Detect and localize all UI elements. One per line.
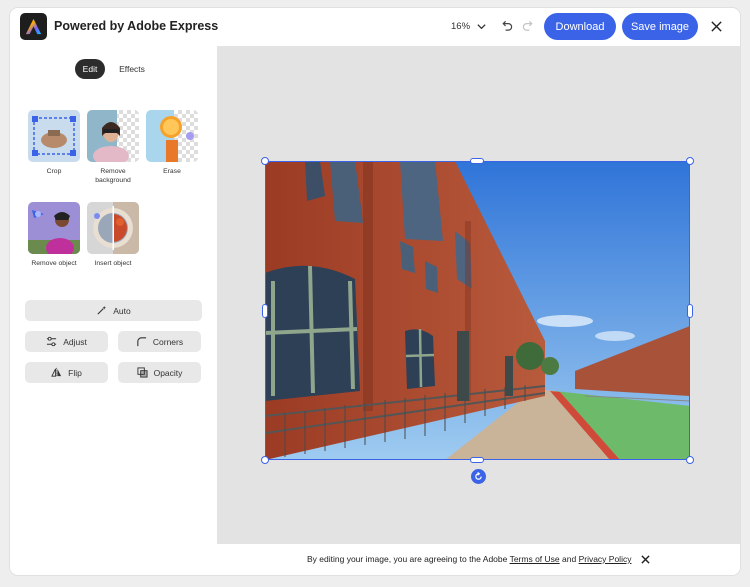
editor-window: Powered by Adobe Express 16% Download Sa… (10, 8, 740, 575)
terms-notice: By editing your image, you are agreeing … (307, 554, 631, 564)
auto-button[interactable]: Auto (25, 300, 202, 321)
app-title: Powered by Adobe Express (54, 19, 219, 33)
auto-label: Auto (113, 305, 131, 316)
tool-crop[interactable]: Crop (26, 110, 82, 176)
privacy-policy-link[interactable]: Privacy Policy (579, 554, 632, 564)
resize-handle-bottom-left[interactable] (261, 456, 269, 464)
sliders-icon (47, 336, 57, 347)
terms-footer: By editing your image, you are agreeing … (10, 544, 740, 575)
header-bar: Powered by Adobe Express 16% Download Sa… (10, 8, 740, 46)
crop-thumbnail (28, 110, 80, 162)
close-icon[interactable] (641, 555, 650, 564)
tab-edit[interactable]: Edit (75, 59, 105, 79)
tool-label: Remove object (31, 260, 77, 267)
tool-label: Erase (163, 168, 181, 175)
adobe-express-logo (20, 13, 47, 40)
tool-remove-background[interactable]: Remove background (85, 110, 141, 185)
terms-prefix: By editing your image, you are agreeing … (307, 554, 510, 564)
flip-icon (51, 367, 62, 378)
chevron-down-icon[interactable] (476, 21, 487, 32)
rotate-icon (475, 472, 482, 480)
resize-handle-top[interactable] (470, 158, 484, 164)
terms-and: and (559, 554, 579, 564)
tab-effects[interactable]: Effects (115, 59, 149, 79)
flip-label: Flip (68, 367, 82, 378)
terms-of-use-link[interactable]: Terms of Use (510, 554, 560, 564)
selection-frame[interactable] (265, 161, 690, 460)
tool-label: Remove background (95, 168, 131, 184)
resize-handle-top-right[interactable] (686, 157, 694, 165)
adjust-button[interactable]: Adjust (25, 331, 108, 352)
tool-label: Crop (46, 168, 62, 175)
rotate-button[interactable] (471, 469, 486, 484)
tool-label: Insert object (94, 260, 132, 267)
corner-radius-icon (137, 337, 146, 347)
redo-icon[interactable] (522, 19, 535, 32)
close-icon[interactable] (710, 20, 723, 33)
corners-label: Corners (152, 336, 184, 347)
opacity-label: Opacity (153, 367, 183, 378)
opacity-button[interactable]: Opacity (118, 362, 201, 383)
remove-background-thumbnail (87, 110, 139, 162)
tool-erase[interactable]: Erase (144, 110, 200, 176)
flip-button[interactable]: Flip (25, 362, 108, 383)
corners-button[interactable]: Corners (118, 331, 201, 352)
download-button[interactable]: Download (544, 13, 616, 40)
save-image-button[interactable]: Save image (622, 13, 698, 40)
tool-insert-object[interactable]: Insert object (85, 202, 141, 268)
insert-object-thumbnail (87, 202, 139, 254)
resize-handle-left[interactable] (262, 304, 268, 318)
resize-handle-bottom[interactable] (470, 457, 484, 463)
remove-object-thumbnail (28, 202, 80, 254)
resize-handle-right[interactable] (687, 304, 693, 318)
edit-sidebar: Edit Effects Crop Remove background Eras… (10, 46, 217, 544)
resize-handle-top-left[interactable] (261, 157, 269, 165)
erase-thumbnail (146, 110, 198, 162)
resize-handle-bottom-right[interactable] (686, 456, 694, 464)
undo-icon[interactable] (500, 19, 513, 32)
adjust-label: Adjust (63, 336, 87, 347)
tool-remove-object[interactable]: Remove object (26, 202, 82, 268)
zoom-level[interactable]: 16% (451, 21, 470, 32)
magic-wand-icon (97, 305, 107, 315)
opacity-icon (137, 367, 148, 378)
canvas-area (217, 46, 740, 544)
